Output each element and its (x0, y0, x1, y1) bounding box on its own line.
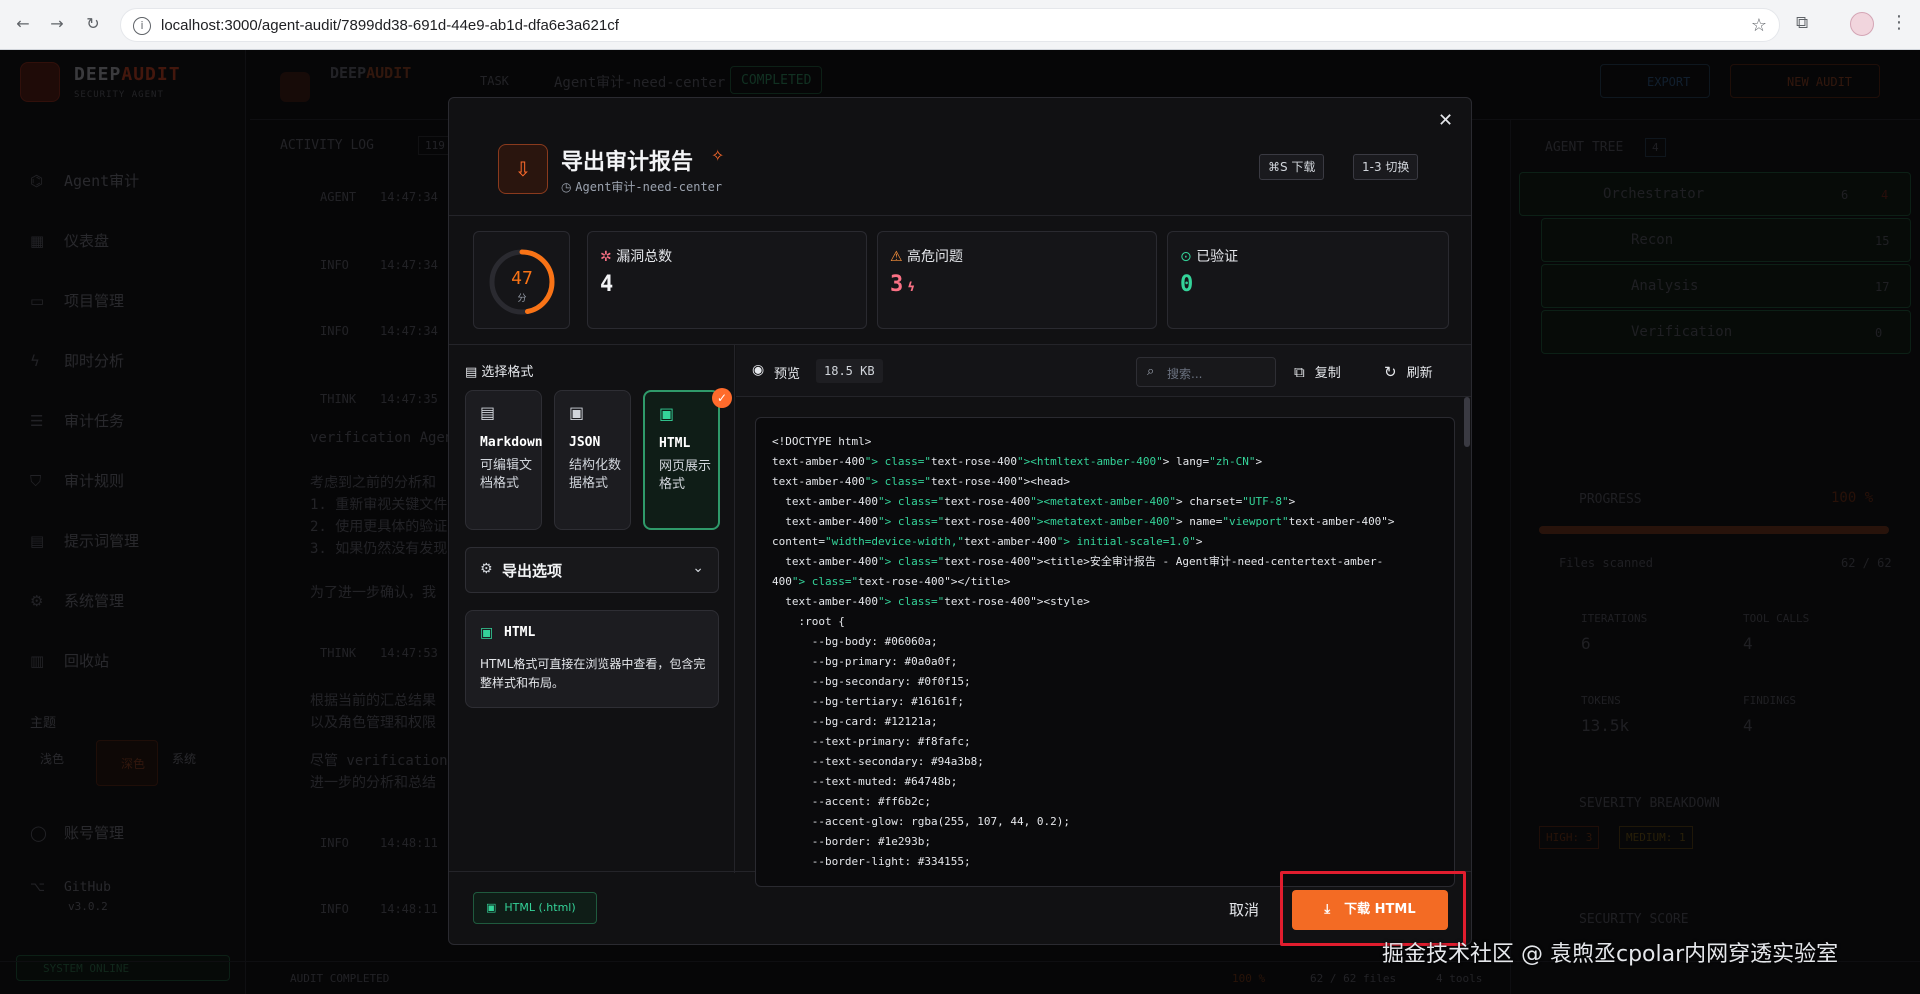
sliders-icon: ⚙ (480, 561, 493, 577)
code-content: <!DOCTYPE html> text-amber-400"> class="… (772, 435, 1395, 868)
preview-label: 预览 (774, 367, 801, 382)
format-description-card: ▣ HTML HTML格式可直接在浏览器中查看，包含完整样式和布局。 (465, 610, 719, 708)
check-circle-icon: ⊙ (1180, 249, 1197, 265)
watermark-text: 掘金技术社区 @ 袁煦丞cpolar内网穿透实验室 (1382, 942, 1839, 967)
download-file-icon: ⇩ (498, 144, 548, 194)
browser-menu-icon[interactable]: ⋮ (1890, 12, 1908, 33)
export-options-label: 导出选项 (502, 562, 563, 580)
search-input[interactable]: 搜索... (1167, 365, 1202, 382)
format-panel: ▤ 选择格式 ▤ Markdown 可编辑文档格式 ▣ JSON 结构化数据格式… (449, 345, 735, 873)
choose-format-label: 选择格式 (481, 365, 534, 380)
desc-title: HTML (504, 625, 536, 640)
profile-avatar[interactable] (1850, 12, 1874, 36)
preview-scrollbar[interactable] (1464, 397, 1470, 873)
preview-panel: ◉ 预览 18.5 KB ⌕ 搜索... ⧉ 复制 ↻ 刷新 <!DOCTYPE h… (736, 345, 1471, 887)
dialog-subtitle: ◷ Agent审计-need-center (561, 180, 723, 194)
score-unit: 分 (517, 293, 526, 304)
format-desc: 网页展示格式 (659, 459, 712, 492)
checkmark-icon: ✓ (712, 388, 732, 408)
stat-value: 3 (890, 272, 904, 297)
score-ring: 47 分 (489, 249, 555, 315)
stat-value: 4 (600, 272, 614, 297)
scrollbar-thumb[interactable] (1464, 397, 1470, 447)
browser-toolbar: ← → ↻ i localhost:3000/agent-audit/7899d… (0, 0, 1920, 50)
refresh-icon: ↻ (1384, 363, 1397, 381)
kbd-download-hint: ⌘S 下载 (1259, 154, 1325, 180)
warning-icon: ⚠ (890, 249, 908, 265)
file-code-icon: ▣ (659, 404, 675, 423)
bookmark-star-icon[interactable]: ☆ (1751, 15, 1767, 36)
preview-toolbar: ◉ 预览 18.5 KB ⌕ 搜索... ⧉ 复制 ↻ 刷新 (736, 345, 1471, 397)
copy-icon: ⧉ (1294, 363, 1305, 381)
format-markdown-option[interactable]: ▤ Markdown 可编辑文档格式 (465, 390, 543, 530)
address-bar[interactable]: i localhost:3000/agent-audit/7899dd38-69… (120, 8, 1780, 42)
copy-button[interactable]: ⧉ 复制 (1294, 362, 1341, 381)
format-json-option[interactable]: ▣ JSON 结构化数据格式 (554, 390, 631, 530)
export-options-toggle[interactable]: ⚙ 导出选项 ⌄ (465, 547, 719, 593)
file-text-icon: ▤ (480, 403, 496, 422)
url-text[interactable]: localhost:3000/agent-audit/7899dd38-691d… (161, 17, 619, 34)
format-name: HTML (659, 436, 691, 451)
search-field[interactable]: ⌕ 搜索... (1136, 357, 1276, 387)
export-report-dialog: ⇩ 导出审计报告 ✧ ◷ Agent审计-need-center ⌘S 下载 1… (448, 97, 1472, 945)
selected-format-badge: ▣ HTML (.html) (473, 892, 597, 924)
stat-label: 高危问题 (907, 249, 964, 265)
score-card: 47 分 (473, 231, 570, 329)
dialog-body: ▤ 选择格式 ▤ Markdown 可编辑文档格式 ▣ JSON 结构化数据格式… (449, 344, 1471, 887)
highlight-box (1280, 871, 1466, 946)
file-json-icon: ▣ (569, 403, 585, 422)
file-code-icon: ▣ (480, 625, 494, 641)
format-desc: 可编辑文档格式 (480, 458, 533, 491)
format-desc: 结构化数据格式 (569, 458, 622, 491)
stat-verified: ⊙ 已验证 0 (1167, 231, 1449, 329)
refresh-button[interactable]: ↻ 刷新 (1384, 362, 1433, 381)
stat-value: 0 (1180, 272, 1194, 297)
sparkle-icon: ✧ (711, 146, 725, 165)
close-icon[interactable]: ✕ (1438, 110, 1453, 131)
score-value: 47 (511, 268, 533, 289)
search-icon: ⌕ (1147, 364, 1155, 379)
html-preview-code: <!DOCTYPE html> text-amber-400"> class="… (755, 417, 1455, 887)
extensions-icon[interactable]: ⧉ (1796, 13, 1808, 33)
file-icon: ▤ (465, 365, 482, 380)
kbd-switch-hint: 1-3 切换 (1353, 154, 1419, 180)
format-name: JSON (569, 435, 601, 450)
format-html-option[interactable]: ✓ ▣ HTML 网页展示格式 (643, 388, 732, 530)
stat-total-vulns: ✲ 漏洞总数 4 (587, 231, 867, 329)
stat-label: 漏洞总数 (616, 249, 673, 265)
clock-icon: ◷ (561, 180, 576, 194)
bug-icon: ✲ (600, 249, 617, 265)
file-size-badge: 18.5 KB (816, 359, 883, 383)
dialog-header: ⇩ 导出审计报告 ✧ ◷ Agent审计-need-center ⌘S 下载 1… (449, 98, 1471, 216)
desc-text: HTML格式可直接在浏览器中查看，包含完整样式和布局。 (480, 657, 706, 690)
cancel-button[interactable]: 取消 (1229, 899, 1259, 920)
dialog-title: 导出审计报告 (561, 150, 694, 175)
bolt-icon: ϟ (907, 280, 916, 294)
file-code-icon: ▣ (486, 901, 497, 914)
chevron-down-icon: ⌄ (692, 560, 704, 576)
format-name: Markdown (480, 435, 543, 450)
reload-icon[interactable]: ↻ (82, 13, 104, 35)
eye-icon: ◉ (752, 362, 765, 378)
forward-icon[interactable]: → (46, 13, 68, 35)
back-icon[interactable]: ← (12, 13, 34, 35)
stat-label: 已验证 (1196, 249, 1239, 265)
stat-high-risk: ⚠ 高危问题 3ϟ (877, 231, 1157, 329)
site-info-icon[interactable]: i (133, 17, 151, 35)
